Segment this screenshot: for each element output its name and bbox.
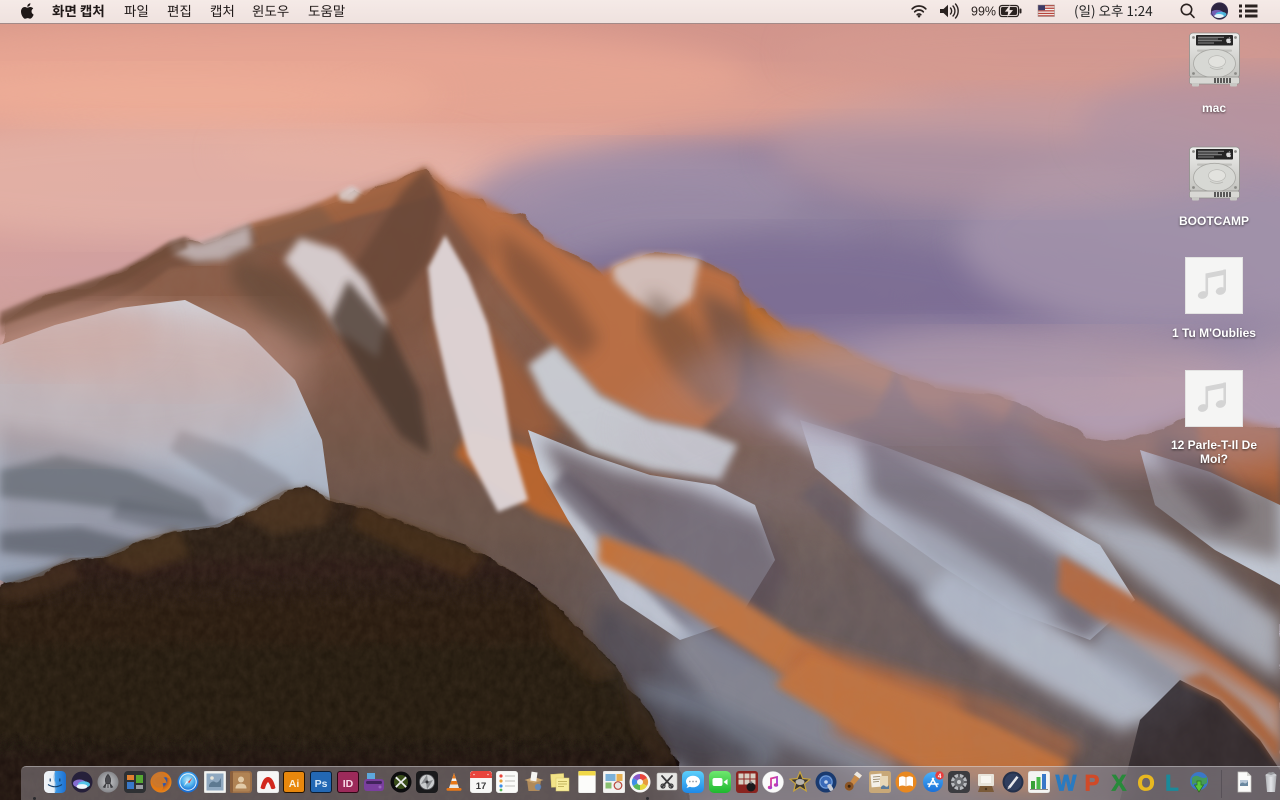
svg-text:P: P <box>1085 771 1100 793</box>
svg-text:Ai: Ai <box>289 778 300 790</box>
svg-text:X: X <box>1112 771 1127 793</box>
svg-text:4: 4 <box>937 773 941 780</box>
svg-text:O: O <box>1137 771 1154 793</box>
svg-text:W: W <box>1055 771 1076 793</box>
svg-text:99%: 99% <box>971 5 996 19</box>
svg-text:ID: ID <box>342 778 353 790</box>
svg-text:17: 17 <box>475 781 486 792</box>
svg-text:Ps: Ps <box>315 778 328 790</box>
svg-text:L: L <box>1165 771 1178 793</box>
